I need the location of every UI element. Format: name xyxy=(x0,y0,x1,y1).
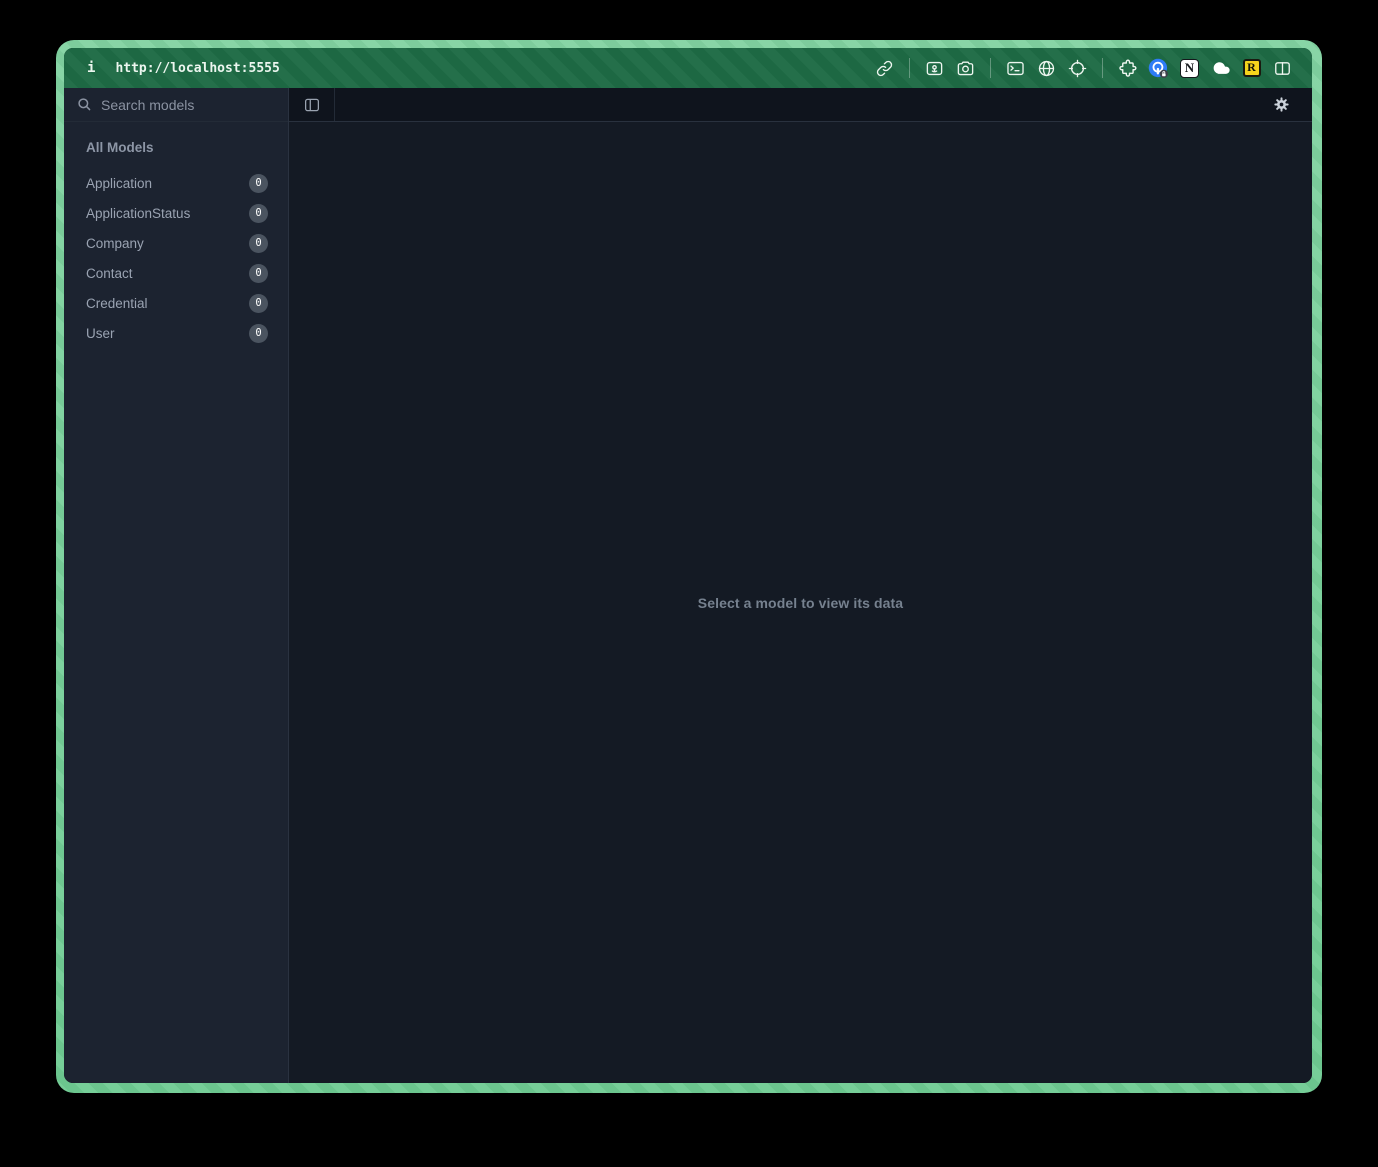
search-input[interactable] xyxy=(101,97,282,113)
panel-left-icon xyxy=(303,96,321,114)
divider xyxy=(1102,58,1103,78)
model-label: User xyxy=(86,326,115,341)
sidebar-item-company[interactable]: Company 0 xyxy=(86,228,276,258)
model-label: Company xyxy=(86,236,144,251)
app-window: i http://localhost:5555 xyxy=(64,48,1312,1083)
model-label: ApplicationStatus xyxy=(86,206,190,221)
record-count-badge: 0 xyxy=(249,234,268,253)
image-capture-icon[interactable] xyxy=(923,57,946,80)
globe-icon[interactable] xyxy=(1035,57,1058,80)
empty-state-area: Select a model to view its data xyxy=(289,122,1312,1083)
sidebar-item-applicationstatus[interactable]: ApplicationStatus 0 xyxy=(86,198,276,228)
sidebar-item-application[interactable]: Application 0 xyxy=(86,168,276,198)
extensions-puzzle-icon[interactable] xyxy=(1116,57,1139,80)
titlebar-actions: N R xyxy=(873,57,1294,80)
model-list: All Models Application 0 ApplicationStat… xyxy=(64,122,288,348)
studio-body: All Models Application 0 ApplicationStat… xyxy=(64,88,1312,1083)
browser-titlebar: i http://localhost:5555 xyxy=(64,48,1312,88)
divider xyxy=(909,58,910,78)
toolbar-spacer xyxy=(335,88,1250,121)
sidebar-item-user[interactable]: User 0 xyxy=(86,318,276,348)
link-icon[interactable] xyxy=(873,57,896,80)
camera-icon[interactable] xyxy=(954,57,977,80)
crosshair-icon[interactable] xyxy=(1066,57,1089,80)
divider xyxy=(990,58,991,78)
url-text: http://localhost:5555 xyxy=(115,61,279,76)
search-icon xyxy=(77,97,92,112)
record-count-badge: 0 xyxy=(249,324,268,343)
settings-button[interactable] xyxy=(1250,88,1312,121)
cloud-icon[interactable] xyxy=(1209,57,1232,80)
model-label: Contact xyxy=(86,266,133,281)
record-count-badge: 0 xyxy=(249,294,268,313)
notion-icon[interactable]: N xyxy=(1178,57,1201,80)
main-toolbar xyxy=(289,88,1312,122)
sidebar-toggle-button[interactable] xyxy=(289,88,335,121)
split-view-icon[interactable] xyxy=(1271,57,1294,80)
main-pane: Select a model to view its data xyxy=(289,88,1312,1083)
model-label: Credential xyxy=(86,296,148,311)
screen-share-frame: i http://localhost:5555 xyxy=(56,40,1322,1093)
reader-mode-icon[interactable]: R xyxy=(1240,57,1263,80)
sidebar-item-credential[interactable]: Credential 0 xyxy=(86,288,276,318)
empty-state-message: Select a model to view its data xyxy=(698,595,903,611)
info-icon: i xyxy=(87,60,95,76)
gear-icon xyxy=(1273,96,1290,113)
search-bar xyxy=(64,88,288,122)
sidebar-item-contact[interactable]: Contact 0 xyxy=(86,258,276,288)
record-count-badge: 0 xyxy=(249,204,268,223)
onepassword-icon[interactable] xyxy=(1147,57,1170,80)
record-count-badge: 0 xyxy=(249,174,268,193)
models-sidebar: All Models Application 0 ApplicationStat… xyxy=(64,88,289,1083)
model-list-title: All Models xyxy=(86,140,276,155)
model-label: Application xyxy=(86,176,152,191)
record-count-badge: 0 xyxy=(249,264,268,283)
terminal-icon[interactable] xyxy=(1004,57,1027,80)
address-area: i http://localhost:5555 xyxy=(87,60,280,76)
